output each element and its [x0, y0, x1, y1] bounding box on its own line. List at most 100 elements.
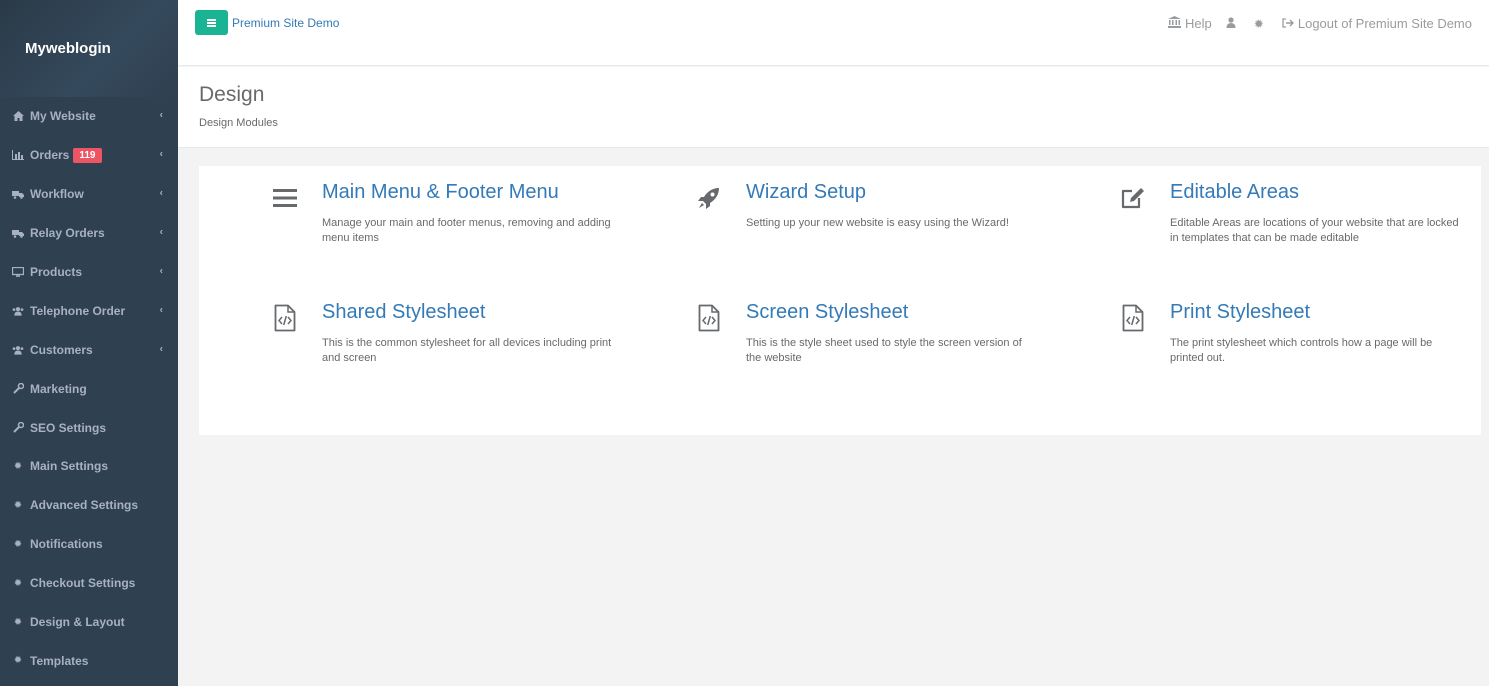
sidebar-item-label: Products [30, 265, 83, 279]
chevron-left-icon: ‹ [159, 343, 163, 355]
sidebar-item-label: Marketing [30, 381, 87, 396]
chevron-left-icon: ‹ [159, 304, 163, 316]
design-modules-panel: Main Menu & Footer Menu Manage your main… [199, 166, 1481, 435]
module-title-link[interactable]: Main Menu & Footer Menu [322, 181, 662, 204]
sidebar-item-label: Relay Orders [30, 226, 105, 241]
module-description: This is the style sheet used to style th… [746, 337, 1022, 364]
wrench-icon [12, 422, 24, 434]
gear-icon: ✹ [13, 577, 23, 589]
bar-chart-icon [12, 149, 24, 161]
module-title-link[interactable]: Print Stylesheet [1170, 301, 1489, 324]
chevron-left-icon: ‹ [159, 109, 163, 121]
sidebar-item-label: Notifications [30, 537, 103, 552]
sidebar-item-label: Advanced Settings [30, 498, 139, 513]
code-file-icon [272, 303, 298, 333]
sidebar-item-notifications[interactable]: ✹ Notifications [0, 525, 178, 564]
hamburger-icon [207, 18, 216, 27]
home-icon [12, 110, 24, 122]
chevron-left-icon: ‹ [159, 226, 163, 238]
gear-icon: ✹ [13, 616, 23, 628]
top-right-links: Help ✹ Logout of Premium Site Demo [1154, 16, 1472, 31]
chevron-left-icon: ‹ [159, 265, 163, 277]
sidebar-item-relay-orders[interactable]: Relay Orders ‹ [0, 214, 178, 253]
wrench-icon [12, 383, 24, 395]
page-title: Design [199, 83, 265, 106]
sidebar-item-customers[interactable]: Customers ‹ [0, 330, 178, 369]
module-wizard-setup: Wizard Setup Setting up your new website… [698, 181, 1086, 231]
settings-link[interactable]: ✹ [1254, 17, 1268, 31]
help-link[interactable]: Help [1168, 16, 1212, 31]
logout-link[interactable]: Logout of Premium Site Demo [1282, 16, 1472, 31]
module-print-stylesheet: Print Stylesheet The print stylesheet wh… [1122, 301, 1489, 366]
gear-icon: ✹ [13, 538, 23, 550]
users-icon [12, 344, 24, 356]
code-file-icon [696, 303, 722, 333]
menu-toggle-button[interactable] [195, 10, 228, 35]
module-title-link[interactable]: Editable Areas [1170, 181, 1489, 204]
sidebar-item-main-settings[interactable]: ✹ Main Settings [0, 447, 178, 486]
module-description: Manage your main and footer menus, remov… [322, 217, 611, 244]
sidebar-item-label: Customers [30, 342, 93, 357]
sidebar-item-advanced-settings[interactable]: ✹ Advanced Settings [0, 486, 178, 525]
module-shared-stylesheet: Shared Stylesheet This is the common sty… [274, 301, 662, 366]
sidebar-item-marketing[interactable]: Marketing [0, 369, 178, 408]
sidebar-nav: My Website ‹ Orders 119 ‹ Workflow ‹ Rel… [0, 97, 178, 680]
sidebar-item-orders[interactable]: Orders 119 ‹ [0, 136, 178, 175]
gear-icon: ✹ [13, 655, 23, 667]
sidebar-item-seo-settings[interactable]: SEO Settings [0, 408, 178, 447]
chevron-left-icon: ‹ [159, 187, 163, 199]
logout-label: Logout of Premium Site Demo [1297, 16, 1472, 31]
help-label: Help [1185, 16, 1212, 31]
sidebar-item-products[interactable]: Products ‹ [0, 253, 178, 292]
gear-icon: ✹ [1253, 16, 1264, 31]
module-title-link[interactable]: Screen Stylesheet [746, 301, 1086, 324]
sidebar-item-label: Design & Layout [30, 615, 125, 630]
chevron-left-icon: ‹ [159, 148, 163, 160]
user-profile-link[interactable] [1226, 16, 1240, 31]
sidebar-item-label: My Website [30, 109, 96, 124]
user-icon [1226, 16, 1236, 31]
site-name-link[interactable]: Premium Site Demo [232, 16, 339, 30]
rocket-icon [696, 183, 722, 213]
sign-out-icon [1282, 17, 1294, 31]
sidebar-item-label: Telephone Order [30, 303, 126, 318]
sidebar-item-workflow[interactable]: Workflow ‹ [0, 175, 178, 214]
desktop-icon [12, 266, 24, 278]
module-title-link[interactable]: Wizard Setup [746, 181, 1086, 204]
page-heading: Design Design Modules [178, 67, 1489, 148]
sidebar-item-telephone-order[interactable]: Telephone Order ‹ [0, 291, 178, 330]
sidebar-item-templates[interactable]: ✹ Templates [0, 641, 178, 680]
edit-icon [1120, 183, 1146, 213]
sidebar: Myweblogin My Website ‹ Orders 119 ‹ Wor… [0, 0, 178, 686]
sidebar-item-label: SEO Settings [30, 420, 107, 435]
sidebar-item-label: Checkout Settings [30, 576, 136, 591]
gear-icon: ✹ [13, 460, 23, 472]
code-file-icon [1120, 303, 1146, 333]
module-description: The print stylesheet which controls how … [1170, 337, 1433, 364]
sidebar-item-design-layout[interactable]: ✹ Design & Layout [0, 603, 178, 642]
module-description: Setting up your new website is easy usin… [746, 217, 1009, 229]
module-main-menu: Main Menu & Footer Menu Manage your main… [273, 181, 662, 246]
module-description: This is the common stylesheet for all de… [322, 337, 612, 364]
module-editable-areas: Editable Areas Editable Areas are locati… [1121, 181, 1489, 246]
truck-icon [12, 188, 24, 200]
truck-icon [12, 227, 24, 239]
sidebar-item-label: Main Settings [30, 459, 109, 474]
gear-icon: ✹ [13, 499, 23, 511]
users-icon [12, 305, 24, 317]
orders-count-badge: 119 [73, 147, 102, 163]
sidebar-item-label: Templates [30, 653, 89, 668]
sidebar-item-checkout-settings[interactable]: ✹ Checkout Settings [0, 564, 178, 603]
top-navbar: Premium Site Demo Help ✹ Logout of Premi… [178, 0, 1489, 66]
breadcrumb: Design Modules [199, 117, 278, 129]
module-title-link[interactable]: Shared Stylesheet [322, 301, 662, 324]
bars-icon [272, 183, 298, 213]
sidebar-item-my-website[interactable]: My Website ‹ [0, 97, 178, 136]
sidebar-item-label: Workflow [30, 187, 84, 202]
brand-name[interactable]: Myweblogin [25, 40, 111, 57]
module-screen-stylesheet: Screen Stylesheet This is the style shee… [698, 301, 1086, 366]
module-description: Editable Areas are locations of your web… [1170, 217, 1459, 244]
bank-icon [1168, 16, 1182, 31]
sidebar-item-label: Orders [30, 148, 70, 163]
brand-header: Myweblogin [0, 0, 178, 97]
